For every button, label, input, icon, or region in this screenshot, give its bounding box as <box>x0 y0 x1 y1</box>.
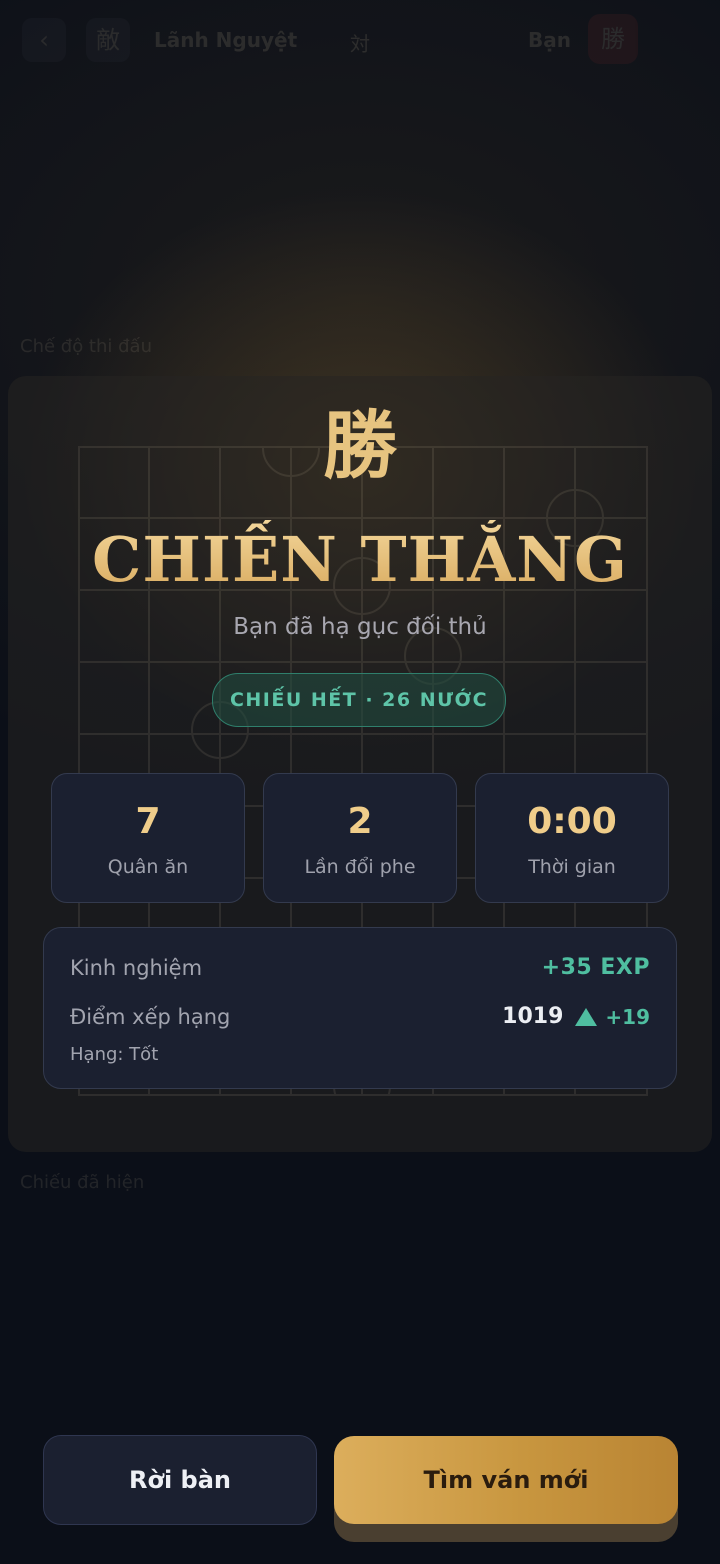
opponent-avatar: 敵 <box>86 18 130 62</box>
rank-tier: Hạng: Tốt <box>70 1044 159 1065</box>
versus-glyph: 対 <box>350 32 370 56</box>
back-icon: ‹ <box>22 18 66 62</box>
rank-value: 1019 <box>502 1004 564 1029</box>
find-new-game-button[interactable]: Tìm ván mới <box>334 1436 678 1524</box>
rank-value-group: 1019 +19 <box>502 1002 650 1032</box>
victory-glyph: 勝 <box>323 403 397 489</box>
result-badge: CHIẾU HẾT · 26 NƯỚC <box>212 673 506 727</box>
opponent-name: Lãnh Nguyệt <box>154 28 298 52</box>
stat-value: 2 <box>347 801 373 842</box>
rank-delta: +19 <box>605 1005 650 1029</box>
result-screen: ‹ 敵 Lãnh Nguyệt 対 Bạn 勝 Chế độ thi đấu C… <box>0 0 720 1564</box>
stat-label: Thời gian <box>528 856 616 878</box>
player-name: Bạn <box>528 28 571 52</box>
rewards-card: Kinh nghiệm +35 EXP Điểm xếp hạng 1019 +… <box>43 927 677 1089</box>
exp-value: +35 EXP <box>541 955 650 980</box>
stat-label: Quân ăn <box>107 856 189 878</box>
background-caption-top: Chế độ thi đấu <box>20 336 152 357</box>
game-header: ‹ 敵 Lãnh Nguyệt 対 Bạn 勝 <box>0 0 720 80</box>
exp-label: Kinh nghiệm <box>70 956 203 980</box>
background-caption-bottom: Chiếu đã hiện <box>20 1172 145 1193</box>
leave-table-button[interactable]: Rời bàn <box>43 1435 317 1525</box>
arrow-up-icon <box>575 1008 598 1026</box>
stat-value: 7 <box>135 801 161 842</box>
stat-card-captures: 7 Quân ăn <box>51 773 245 903</box>
player-avatar: 勝 <box>588 14 638 64</box>
stat-card-side-swaps: 2 Lần đổi phe <box>263 773 457 903</box>
stat-value: 0:00 <box>527 801 617 842</box>
stat-card-time: 0:00 Thời gian <box>475 773 669 903</box>
stat-label: Lần đổi phe <box>304 856 416 878</box>
rank-label: Điểm xếp hạng <box>70 1005 231 1029</box>
result-title: CHIẾN THẮNG <box>0 520 720 600</box>
result-subtitle: Bạn đã hạ gục đối thủ <box>233 614 487 640</box>
